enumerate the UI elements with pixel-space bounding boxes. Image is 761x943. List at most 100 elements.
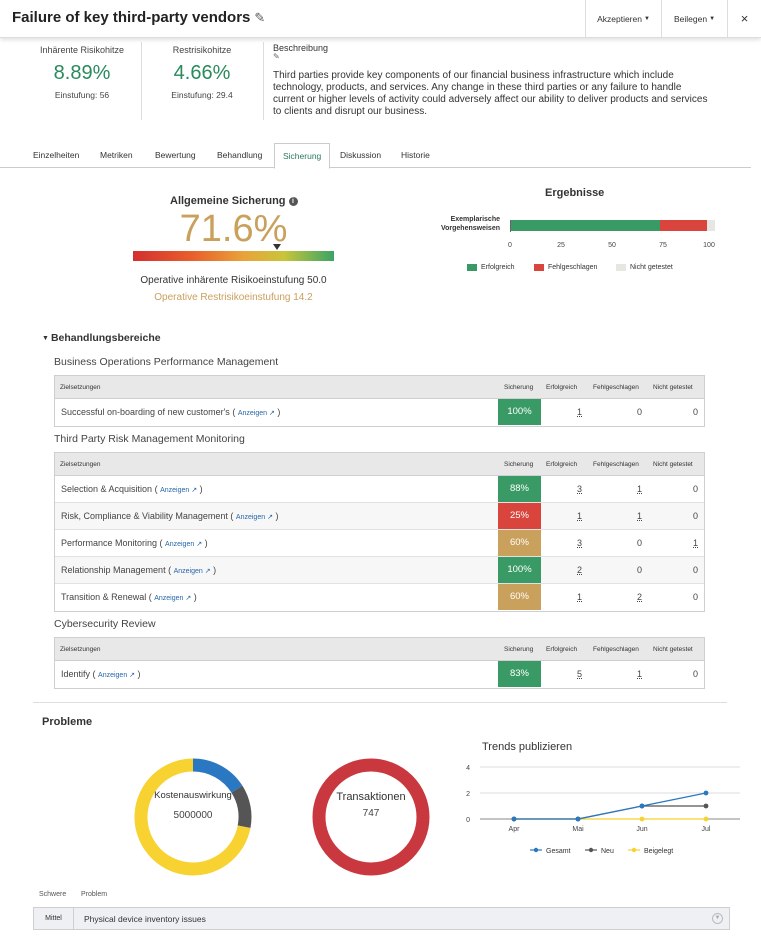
problems-title: Probleme [42,716,93,728]
legend-failed: Fehlgeschlagen [534,264,597,271]
problem-cell: Physical device inventory issues [84,914,206,924]
residual-rating: Einstufung: 29.4 [171,90,233,100]
tab-diskussion[interactable]: Diskussion [340,150,381,160]
assurance-cell: 100% [498,399,541,425]
results-bar [510,220,715,231]
settle-button[interactable]: Beilegen ▼ [661,0,727,37]
results-row-label: Exemplarische Vorgehensweisen [440,216,500,232]
assurance-cell: 88% [498,476,541,502]
risk-title: Failure of key third-party vendors [12,9,251,26]
tick-label: 50 [608,242,616,249]
view-link[interactable]: Anzeigen ↗ [160,487,197,494]
col-severity: Schwere [39,891,67,898]
failed-count[interactable]: 2 [637,592,642,602]
failed-count: 0 [637,538,643,548]
x-tick-label: Jul [702,826,711,833]
passed-count[interactable]: 1 [577,511,582,521]
accept-button[interactable]: Akzeptieren ▼ [585,0,661,37]
close-icon: × [740,11,749,26]
close-button[interactable]: × [727,0,761,37]
results-title: Ergebnisse [545,187,605,199]
treatment-title: Behandlungsbereiche [50,332,161,344]
objective-cell: Identify ( Anzeigen ↗ ) [61,669,141,679]
page-title: Failure of key third-party vendors ✎ [12,9,265,26]
tab-einzelheiten[interactable]: Einzelheiten [33,150,79,160]
tab-sicherung[interactable]: Sicherung [274,143,331,169]
objectives-table: Zielsetzungen Sicherung Erfolgreich Fehl… [54,637,705,689]
bar-failed [659,220,707,231]
view-link[interactable]: Anzeigen ↗ [174,568,211,575]
legend-marker [533,847,539,853]
chevron-down-icon[interactable]: ▼ [712,913,723,924]
description-label: Beschreibung [273,43,329,53]
failed-count[interactable]: 1 [637,511,642,521]
view-link[interactable]: Anzeigen ↗ [236,514,273,521]
group-title: Third Party Risk Management Monitoring [54,433,245,445]
inherent-metric: Inhärente Risikohitze 8.89% Einstufung: … [30,45,134,100]
passed-count[interactable]: 5 [577,669,582,679]
results-axis [510,220,511,232]
passed-count[interactable]: 1 [577,592,582,602]
table-row: Relationship Management ( Anzeigen ↗ ) 1… [55,557,704,584]
col-objectives: Zielsetzungen [60,461,101,468]
view-link[interactable]: Anzeigen ↗ [98,672,135,679]
tick-label: 100 [703,242,715,249]
residual-label: Restrisikohitze [172,45,232,55]
caret-down-icon: ▼ [42,335,49,342]
table-header: Zielsetzungen Sicherung Erfolgreich Fehl… [55,453,704,476]
accept-label: Akzeptieren [597,13,642,24]
view-link[interactable]: Anzeigen ↗ [165,541,202,548]
edit-icon[interactable]: ✎ [273,52,280,61]
treatment-areas-toggle[interactable]: ▼ Behandlungsbereiche [42,332,161,344]
col-passed: Erfolgreich [546,384,578,391]
failed-count: 0 [637,407,643,417]
table-row: Successful on-boarding of new customer's… [55,399,704,426]
tab-metriken[interactable]: Metriken [100,150,133,160]
objective-cell: Performance Monitoring ( Anzeigen ↗ ) [61,538,208,548]
objective-cell: Selection & Acquisition ( Anzeigen ↗ ) [61,484,203,494]
not-tested-count[interactable]: 1 [693,538,698,548]
divider [263,42,264,120]
failed-count[interactable]: 1 [637,484,642,494]
tab-behandlung[interactable]: Behandlung [217,150,262,160]
col-assurance: Sicherung [504,384,534,391]
tab-historie[interactable]: Historie [401,150,430,160]
table-header: Zielsetzungen Sicherung Erfolgreich Fehl… [55,638,704,661]
gauge-marker [272,244,281,250]
view-link-label: Anzeigen [237,410,268,417]
assurance-cell: 60% [498,584,541,610]
chevron-down-icon: ▼ [709,15,716,22]
passed-count[interactable]: 2 [577,565,582,575]
legend-swatch [467,264,477,271]
view-link[interactable]: Anzeigen ↗ [238,410,275,417]
trend-title: Trends publizieren [482,741,573,753]
tick-label: 25 [557,242,565,249]
divider [141,42,142,120]
trend-chart: 0 2 4 Apr Mai Jun Jul Gesamt Neu Beigelegt [466,765,740,855]
assurance-cell: 83% [498,661,541,687]
legend-passed: Erfolgreich [467,264,514,271]
view-link[interactable]: Anzeigen ↗ [154,595,191,602]
passed-count[interactable]: 3 [577,484,582,494]
legend-label: Nicht getestet [630,264,673,271]
problem-row[interactable]: Mittel Physical device inventory issues … [33,907,730,930]
assurance-cell: 60% [498,530,541,556]
info-icon[interactable]: i [288,197,298,206]
tab-bewertung[interactable]: Bewertung [155,150,196,160]
passed-count[interactable]: 1 [577,407,582,417]
transactions-label: Transaktionen [336,791,406,803]
objective-name: Selection & Acquisition [61,484,153,494]
col-objectives: Zielsetzungen [60,646,101,653]
col-passed: Erfolgreich [546,461,578,468]
col-assurance: Sicherung [504,461,534,468]
legend-swatch [616,264,626,271]
failed-count[interactable]: 1 [637,669,642,679]
inherent-value: 8.89% [53,62,111,84]
assurance-title: Allgemeine Sicherung i [170,195,298,207]
assurance-title-text: Allgemeine Sicherung [170,195,286,207]
col-failed: Fehlgeschlagen [593,461,639,468]
passed-count[interactable]: 3 [577,538,582,548]
edit-icon[interactable]: ✎ [254,10,265,26]
transactions-value: 747 [362,808,380,819]
view-link-label: Anzeigen [235,514,266,521]
